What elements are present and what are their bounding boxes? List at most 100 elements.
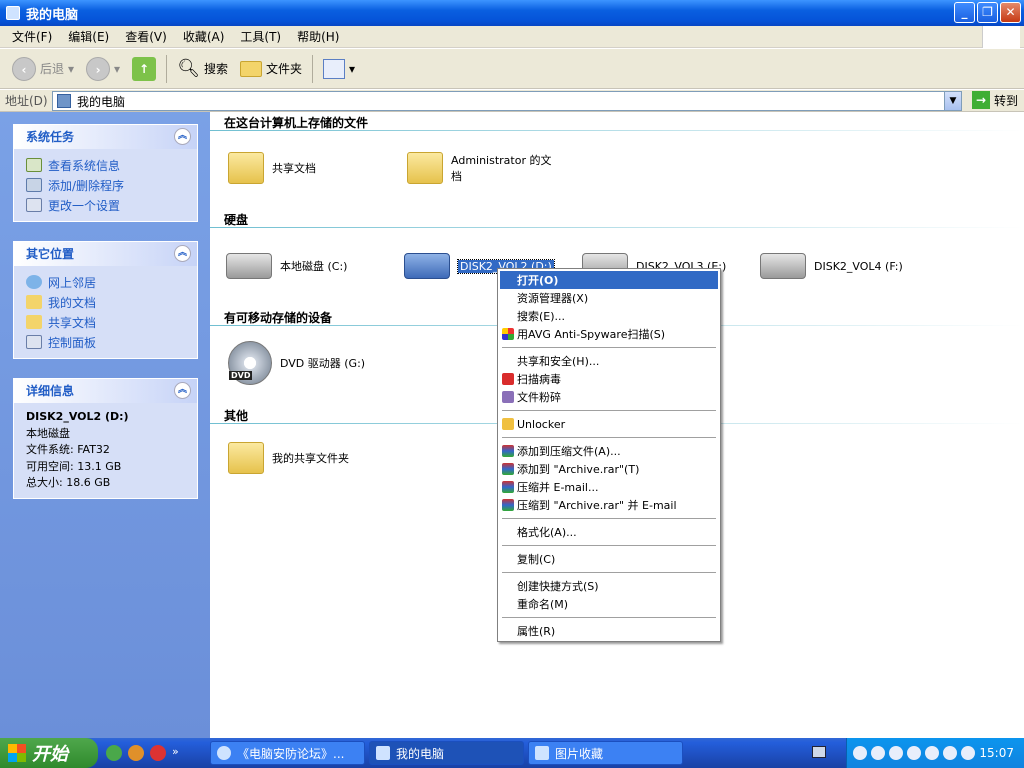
item-drive-c[interactable]: 本地磁盘 (C:) bbox=[226, 253, 347, 279]
item-label: 共享文档 bbox=[272, 162, 316, 175]
views-button[interactable]: ▾ bbox=[317, 52, 361, 86]
taskbar-button-pictures[interactable]: 图片收藏 bbox=[528, 741, 683, 765]
item-drive-f[interactable]: DISK2_VOL4 (F:) bbox=[760, 253, 903, 279]
menu-shred-file[interactable]: 文件粉碎 bbox=[500, 388, 718, 406]
item-my-shared-folder[interactable]: 我的共享文件夹 bbox=[228, 442, 349, 474]
collapse-chevron-icon[interactable]: ︽ bbox=[174, 128, 191, 145]
go-label: 转到 bbox=[993, 93, 1018, 108]
tray-app-icon[interactable] bbox=[961, 746, 975, 760]
windows-flag-icon bbox=[8, 744, 26, 762]
winrar-icon bbox=[502, 499, 514, 511]
link-control-panel[interactable]: 控制面板 bbox=[26, 332, 187, 352]
link-view-system-info[interactable]: 查看系统信息 bbox=[26, 155, 187, 175]
address-dropdown[interactable]: ▼ bbox=[944, 92, 961, 110]
clock[interactable]: 15:07 bbox=[979, 746, 1014, 760]
minimize-button[interactable]: _ bbox=[954, 2, 975, 23]
menu-search[interactable]: 搜索(E)... bbox=[500, 307, 718, 325]
taskbar-button-forum[interactable]: 《电脑安防论坛》... bbox=[210, 741, 365, 765]
folder-up-icon: ↑ bbox=[132, 56, 157, 81]
detail-total-size: 总大小: 18.6 GB bbox=[26, 476, 111, 489]
folders-label: 文件夹 bbox=[265, 62, 302, 76]
link-shared-documents[interactable]: 共享文档 bbox=[26, 312, 187, 332]
winrar-icon bbox=[502, 445, 514, 457]
menu-compress-rar-email[interactable]: 压缩到 "Archive.rar" 并 E-mail bbox=[500, 496, 718, 514]
up-button[interactable]: ↑ bbox=[126, 52, 162, 86]
volume-tray-icon[interactable] bbox=[943, 746, 957, 760]
link-label: 控制面板 bbox=[48, 335, 97, 350]
menu-label: 添加到压缩文件(A)... bbox=[517, 445, 621, 458]
search-button[interactable]: 🔍︎ 搜索 bbox=[171, 52, 234, 86]
link-my-documents[interactable]: 我的文档 bbox=[26, 292, 187, 312]
restore-button[interactable]: ❐ bbox=[977, 2, 998, 23]
security-tray-icon[interactable] bbox=[889, 746, 903, 760]
keyboard-icon[interactable] bbox=[812, 746, 826, 758]
panel-header[interactable]: 详细信息 ︽ bbox=[14, 379, 197, 403]
menu-scan-virus[interactable]: 扫描病毒 bbox=[500, 370, 718, 388]
menu-add-to-archive-rar[interactable]: 添加到 "Archive.rar"(T) bbox=[500, 460, 718, 478]
folders-icon bbox=[239, 60, 262, 77]
menu-favorites[interactable]: 收藏(A) bbox=[175, 28, 233, 45]
views-icon bbox=[322, 58, 345, 79]
menu-sharing-security[interactable]: 共享和安全(H)... bbox=[500, 352, 718, 370]
forward-button[interactable]: › ▾ bbox=[80, 52, 126, 86]
menu-help[interactable]: 帮助(H) bbox=[289, 28, 347, 45]
link-network-places[interactable]: 网上邻居 bbox=[26, 272, 187, 292]
link-add-remove-programs[interactable]: 添加/删除程序 bbox=[26, 175, 187, 195]
network-tray-icon[interactable] bbox=[871, 746, 885, 760]
menu-rename[interactable]: 重命名(M) bbox=[500, 595, 718, 613]
menu-properties[interactable]: 属性(R) bbox=[500, 622, 718, 640]
collapse-chevron-icon[interactable]: ︽ bbox=[174, 382, 191, 399]
quick-launch-more-icon[interactable]: » bbox=[172, 745, 179, 761]
item-shared-documents[interactable]: 共享文档 bbox=[228, 152, 316, 184]
taskbar-button-my-computer[interactable]: 我的电脑 bbox=[369, 741, 524, 765]
toolbar: ‹ 后退 ▾ › ▾ ↑ 🔍︎ 搜索 文件夹 ▾ bbox=[0, 49, 1024, 89]
menu-format[interactable]: 格式化(A)... bbox=[500, 523, 718, 541]
quick-launch-app-icon[interactable] bbox=[128, 745, 144, 761]
menu-avg-scan[interactable]: 用AVG Anti-Spyware扫描(S) bbox=[500, 325, 718, 343]
go-button[interactable]: → 转到 bbox=[971, 91, 1018, 109]
close-button[interactable]: ✕ bbox=[1000, 2, 1021, 23]
menu-explorer[interactable]: 资源管理器(X) bbox=[500, 289, 718, 307]
menu-add-to-archive[interactable]: 添加到压缩文件(A)... bbox=[500, 442, 718, 460]
address-input[interactable]: 我的电脑 ▼ bbox=[52, 91, 962, 111]
title-bar[interactable]: 我的电脑 _ ❐ ✕ bbox=[0, 0, 1024, 26]
folders-button[interactable]: 文件夹 bbox=[234, 52, 308, 86]
detail-filesystem: 文件系统: FAT32 bbox=[26, 443, 110, 456]
start-button[interactable]: 开始 bbox=[0, 738, 98, 768]
menu-separator bbox=[502, 410, 716, 411]
menu-file[interactable]: 文件(F) bbox=[4, 28, 60, 45]
item-dvd-drive[interactable]: DVD DVD 驱动器 (G:) bbox=[228, 341, 365, 385]
item-admin-documents[interactable]: Administrator 的文档 bbox=[407, 152, 551, 184]
menu-copy[interactable]: 复制(C) bbox=[500, 550, 718, 568]
menu-view[interactable]: 查看(V) bbox=[117, 28, 175, 45]
detail-type: 本地磁盘 bbox=[26, 426, 70, 440]
menu-compress-email[interactable]: 压缩并 E-mail... bbox=[500, 478, 718, 496]
panel-header[interactable]: 系统任务 ︽ bbox=[14, 125, 197, 149]
menu-unlocker[interactable]: Unlocker bbox=[500, 415, 718, 433]
context-menu: 打开(O) 资源管理器(X) 搜索(E)... 用AVG Anti-Spywar… bbox=[497, 268, 721, 642]
taskbar: 开始 » 《电脑安防论坛》... 我的电脑 图片收藏 15:07 bbox=[0, 738, 1024, 768]
tray-app-icon[interactable] bbox=[853, 746, 867, 760]
tray-app-icon[interactable] bbox=[925, 746, 939, 760]
menu-tools[interactable]: 工具(T) bbox=[232, 28, 289, 45]
collapse-chevron-icon[interactable]: ︽ bbox=[174, 245, 191, 262]
group-header-removable: 有可移动存储的设备 bbox=[224, 311, 333, 325]
item-label: 我的共享文件夹 bbox=[272, 452, 349, 465]
menu-open[interactable]: 打开(O) bbox=[500, 271, 718, 289]
menu-edit[interactable]: 编辑(E) bbox=[60, 28, 117, 45]
panel-header[interactable]: 其它位置 ︽ bbox=[14, 242, 197, 266]
menu-create-shortcut[interactable]: 创建快捷方式(S) bbox=[500, 577, 718, 595]
tray-app-icon[interactable] bbox=[907, 746, 921, 760]
back-arrow-icon: ‹ bbox=[12, 56, 36, 81]
detail-name: DISK2_VOL2 (D:) bbox=[26, 410, 129, 423]
start-label: 开始 bbox=[32, 744, 68, 765]
link-label: 更改一个设置 bbox=[48, 198, 121, 213]
link-change-setting[interactable]: 更改一个设置 bbox=[26, 195, 187, 215]
quick-launch-app-icon[interactable] bbox=[150, 745, 166, 761]
item-label-line2: 档 bbox=[451, 170, 462, 183]
address-label: 地址(D) bbox=[5, 94, 48, 108]
browser-icon bbox=[217, 746, 231, 760]
quick-launch-app-icon[interactable] bbox=[106, 745, 122, 761]
menu-separator bbox=[502, 347, 716, 348]
back-button[interactable]: ‹ 后退 ▾ bbox=[6, 52, 80, 86]
